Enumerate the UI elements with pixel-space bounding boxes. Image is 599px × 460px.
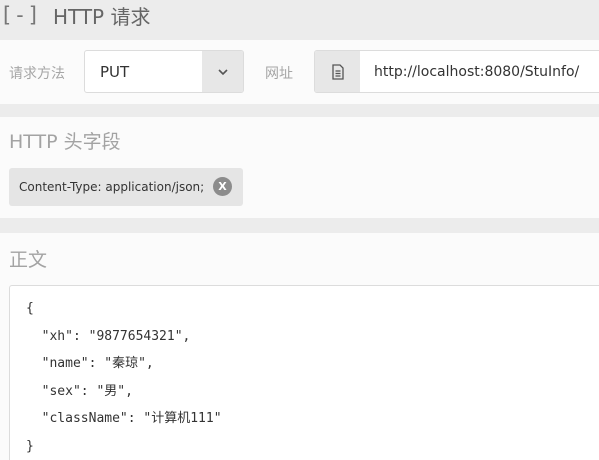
code-line: "xh": "9877654321", <box>26 328 191 344</box>
body-card: 正文 { "xh": "9877654321", "name": "秦琼", "… <box>0 233 599 460</box>
method-value: PUT <box>100 63 130 81</box>
section-header: [-] HTTP 请求 <box>0 0 150 30</box>
code-line: } <box>26 438 34 454</box>
code-line: "name": "秦琼", <box>26 356 154 371</box>
document-icon <box>315 51 360 92</box>
body-title: 正文 <box>9 249 48 271</box>
chevron-down-icon[interactable] <box>202 51 243 92</box>
url-field-group <box>314 50 599 93</box>
code-line: "className": "计算机111" <box>26 411 222 426</box>
header-chip-text: Content-Type: application/json; <box>19 180 205 194</box>
code-line: { <box>26 301 34 316</box>
body-editor[interactable]: { "xh": "9877654321", "name": "秦琼", "sex… <box>9 285 599 460</box>
code-line: "sex": "男", <box>26 383 133 399</box>
collapse-toggle[interactable]: [-] <box>0 3 41 27</box>
headers-title: HTTP 头字段 <box>9 131 121 153</box>
url-input[interactable] <box>360 51 599 92</box>
request-line-card: 请求方法 PUT 网址 <box>0 40 599 104</box>
header-chip[interactable]: Content-Type: application/json; X <box>9 168 243 206</box>
http-request-panel: [-] HTTP 请求 请求方法 PUT 网址 http://localhost… <box>0 0 599 460</box>
method-select[interactable]: PUT <box>84 50 244 93</box>
close-icon[interactable]: X <box>213 177 232 196</box>
section-title: HTTP 请求 <box>52 4 151 29</box>
url-label: 网址 <box>265 66 293 82</box>
headers-card: HTTP 头字段 Content-Type: application/json;… <box>0 117 599 218</box>
method-label: 请求方法 <box>9 66 65 82</box>
